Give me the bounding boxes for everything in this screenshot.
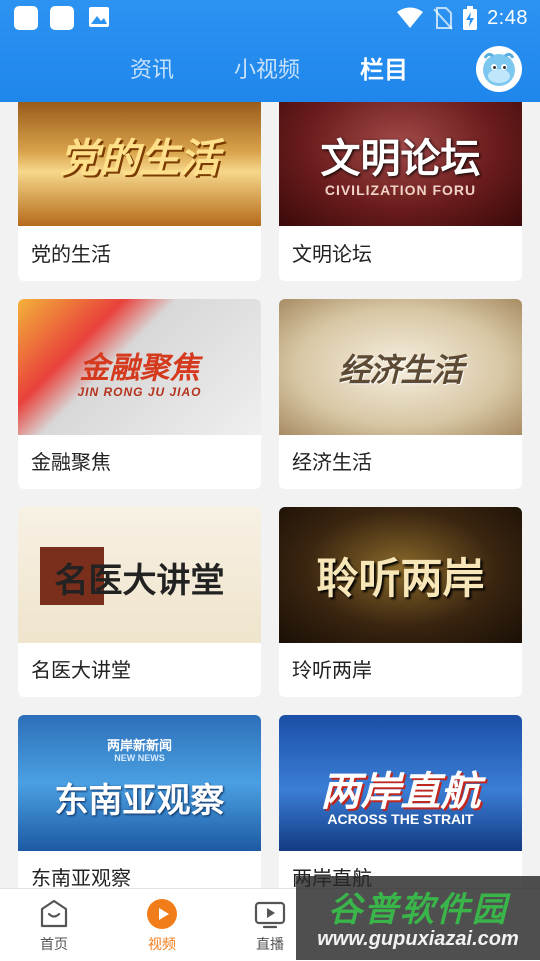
column-card-southeast-asia[interactable]: 两岸新新闻 NEW NEWS 东南亚观察 东南亚观察 xyxy=(18,715,261,888)
app-square-icon xyxy=(50,6,74,30)
column-thumbnail: 聆听两岸 xyxy=(279,507,522,643)
tab-columns[interactable]: 栏目 xyxy=(360,50,408,85)
nav-label: 直播 xyxy=(256,937,284,953)
column-label: 经济生活 xyxy=(292,450,372,474)
column-thumbnail: 两岸新新闻 NEW NEWS 东南亚观察 xyxy=(18,715,261,851)
no-sim-icon xyxy=(433,7,453,30)
column-card-famous-doctor-lecture[interactable]: 名医大讲堂 名医大讲堂 xyxy=(18,507,261,697)
column-card-civilization-forum[interactable]: 文明论坛 CIVILIZATION FORU 文明论坛 xyxy=(279,102,522,281)
thumb-subtitle: 两岸新新闻 xyxy=(106,739,172,754)
app-header: 2:48 资讯 小视频 栏目 xyxy=(0,0,540,102)
tab-news[interactable]: 资讯 xyxy=(130,52,174,84)
nav-home[interactable]: 首页 xyxy=(24,897,84,954)
columns-grid: 党的生活 党的生活 文明论坛 CIVILIZATION FORU 文明论坛 金融… xyxy=(0,102,540,888)
column-label: 名医大讲堂 xyxy=(31,658,131,682)
watermark-url: www.gupuxiazai.com xyxy=(317,928,519,950)
nav-live[interactable]: 直播 xyxy=(240,897,300,954)
status-time: 2:48 xyxy=(487,6,528,29)
thumb-subtitle: JIN RONG JU JIAO xyxy=(77,385,202,399)
avatar[interactable] xyxy=(476,46,522,92)
tab-short-video[interactable]: 小视频 xyxy=(234,52,300,84)
thumb-subtitle: ACROSS THE STRAIT xyxy=(327,811,474,827)
column-card-cross-strait-listen[interactable]: 聆听两岸 玲听两岸 xyxy=(279,507,522,697)
column-thumbnail: 文明论坛 CIVILIZATION FORU xyxy=(279,102,522,226)
column-card-finance-focus[interactable]: 金融聚焦 JIN RONG JU JIAO 金融聚焦 xyxy=(18,299,261,489)
watermark-title: 谷普软件园 xyxy=(328,890,508,930)
mascot-avatar-icon xyxy=(477,47,521,91)
thumb-subtitle: CIVILIZATION FORU xyxy=(324,182,477,198)
thumb-title: 文明论坛 xyxy=(320,136,481,182)
wifi-icon xyxy=(397,7,424,28)
tv-play-icon xyxy=(254,901,286,929)
battery-charging-icon xyxy=(463,6,478,30)
nav-label: 视频 xyxy=(148,937,176,953)
column-label: 党的生活 xyxy=(31,242,111,266)
column-thumbnail: 名医大讲堂 xyxy=(18,507,261,643)
thumb-title: 东南亚观察 xyxy=(54,781,225,821)
top-tabs: 资讯 小视频 栏目 xyxy=(0,44,540,96)
thumb-title: 两岸直航 xyxy=(320,769,481,815)
image-icon xyxy=(89,7,109,27)
column-label: 金融聚焦 xyxy=(31,450,111,474)
thumb-subtitle-en: NEW NEWS xyxy=(114,753,165,763)
column-thumbnail: 金融聚焦 JIN RONG JU JIAO xyxy=(18,299,261,435)
column-card-cross-strait-direct[interactable]: 两岸直航 ACROSS THE STRAIT 两岸直航 xyxy=(279,715,522,888)
app-square-icon xyxy=(14,6,38,30)
nav-video[interactable]: 视频 xyxy=(132,897,192,954)
thumb-title: 经济生活 xyxy=(338,351,463,389)
thumb-title: 名医大讲堂 xyxy=(54,561,225,601)
nav-label: 首页 xyxy=(40,937,68,953)
column-label: 玲听两岸 xyxy=(292,658,372,682)
status-bar: 2:48 xyxy=(0,0,540,36)
column-card-economic-life[interactable]: 经济生活 经济生活 xyxy=(279,299,522,489)
play-circle-icon xyxy=(147,899,177,929)
column-label: 文明论坛 xyxy=(292,242,372,266)
thumb-title: 党的生活 xyxy=(59,136,220,182)
thumb-title: 聆听两岸 xyxy=(316,554,485,603)
home-icon xyxy=(40,899,68,928)
column-thumbnail: 经济生活 xyxy=(279,299,522,435)
thumb-title: 金融聚焦 xyxy=(79,351,200,386)
column-label: 东南亚观察 xyxy=(31,866,131,888)
watermark: 谷普软件园 www.gupuxiazai.com xyxy=(296,876,540,960)
column-card-party-life[interactable]: 党的生活 党的生活 xyxy=(18,102,261,281)
column-thumbnail: 党的生活 xyxy=(18,102,261,226)
column-thumbnail: 两岸直航 ACROSS THE STRAIT xyxy=(279,715,522,851)
